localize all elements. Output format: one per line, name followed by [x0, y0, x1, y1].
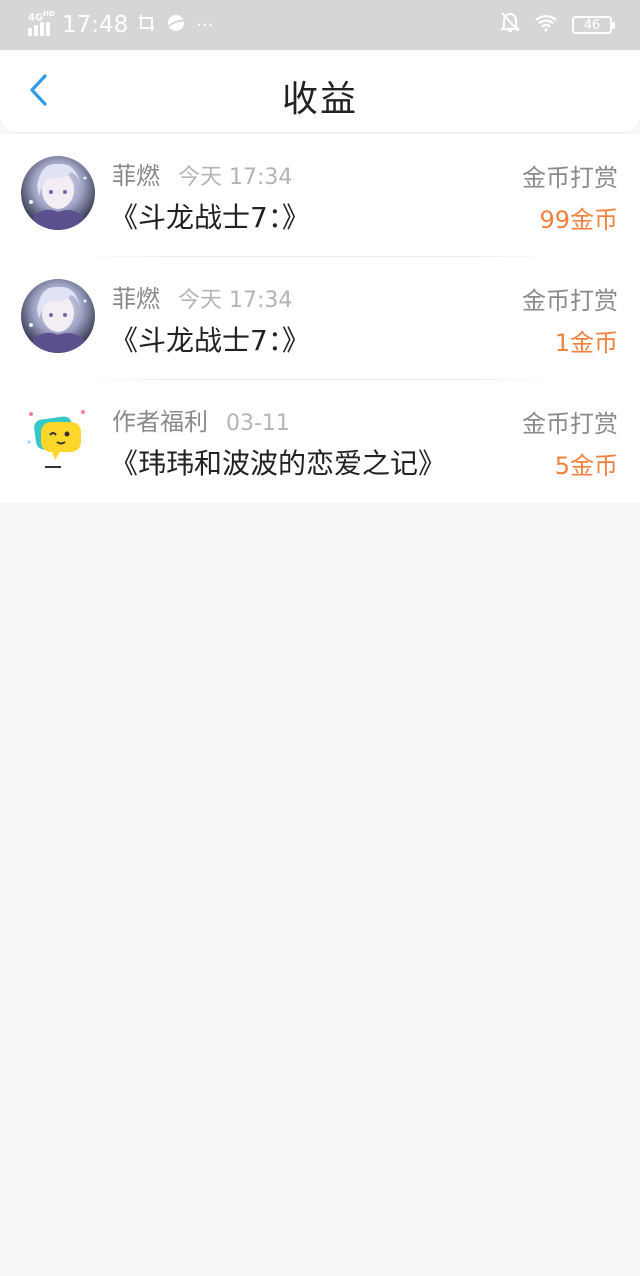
list-item[interactable]: 作者福利 03-11 《玮玮和波波的恋爱之记》 金币打赏 5金币 [0, 380, 640, 503]
sender-name: 菲燃 [112, 285, 160, 313]
reward-amount: 1金币 [554, 329, 618, 357]
record-time: 今天 17:34 [178, 165, 293, 190]
planet-icon [166, 13, 186, 38]
reward-amount: 99金币 [539, 206, 618, 234]
book-title: 《斗龙战士7：》 [110, 201, 310, 234]
sender-name: 菲燃 [112, 162, 160, 190]
mute-bell-icon [499, 11, 521, 39]
battery-icon: 46 [572, 16, 615, 34]
sender-name: 作者福利 [112, 408, 208, 436]
nav-bar: 收益 [0, 50, 640, 132]
avatar [21, 402, 95, 476]
status-bar: 4GHD 17:48 ··· 46 [0, 0, 640, 50]
signal-icon: 4GHD [28, 10, 55, 36]
record-time: 03-11 [226, 411, 290, 436]
reward-type: 金币打赏 [522, 287, 618, 315]
list-item[interactable]: 菲燃 今天 17:34 《斗龙战士7：》 金币打赏 1金币 [0, 257, 640, 380]
list-item[interactable]: 菲燃 今天 17:34 《斗龙战士7：》 金币打赏 99金币 [0, 134, 640, 257]
avatar [21, 156, 95, 230]
record-time: 今天 17:34 [178, 288, 293, 313]
page-title: 收益 [281, 79, 358, 120]
reward-type: 金币打赏 [522, 410, 618, 438]
more-icon: ··· [196, 14, 214, 36]
screenshot-icon [138, 14, 156, 37]
earnings-list: 菲燃 今天 17:34 《斗龙战士7：》 金币打赏 99金币 菲燃 今天 17:… [0, 134, 640, 503]
reward-type: 金币打赏 [522, 164, 618, 192]
battery-level: 46 [583, 17, 601, 33]
reward-amount: 5金币 [554, 452, 618, 480]
network-label: 4GHD [28, 10, 55, 24]
book-title: 《玮玮和波波的恋爱之记》 [110, 447, 447, 480]
avatar [21, 279, 95, 353]
wifi-icon [534, 13, 558, 38]
status-time: 17:48 [62, 12, 129, 38]
book-title: 《斗龙战士7：》 [110, 324, 310, 357]
